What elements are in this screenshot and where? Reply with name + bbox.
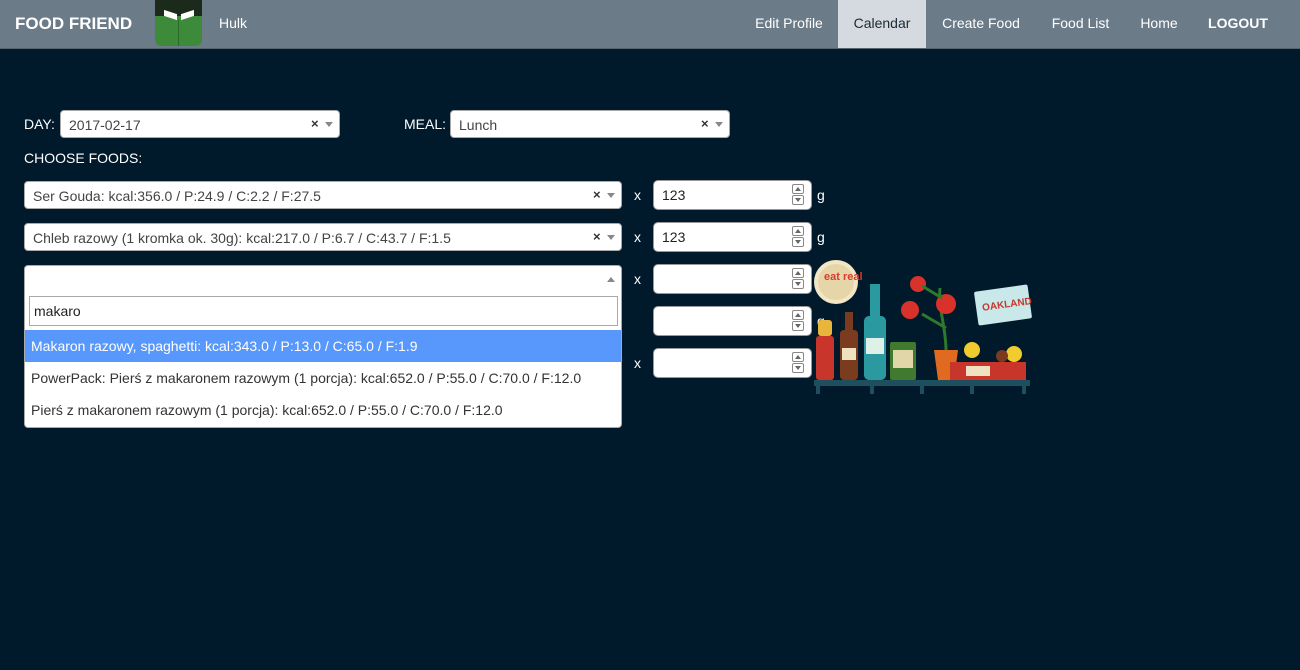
quantity-stepper[interactable] xyxy=(792,310,806,332)
brand-logo[interactable]: FOOD FRIEND xyxy=(15,14,132,34)
nav-home[interactable]: Home xyxy=(1125,0,1193,48)
clear-icon[interactable]: × xyxy=(701,116,709,131)
food-value: Ser Gouda: kcal:356.0 / P:24.9 / C:2.2 /… xyxy=(33,188,321,204)
hulk-avatar-icon xyxy=(155,0,202,46)
quantity-input[interactable]: 123 xyxy=(653,180,812,210)
day-value: 2017-02-17 xyxy=(69,117,141,133)
food-select[interactable]: Ser Gouda: kcal:356.0 / P:24.9 / C:2.2 /… xyxy=(24,181,622,209)
nav-logout[interactable]: LOGOUT xyxy=(1193,0,1283,48)
dropdown-option[interactable]: Pierś z makaronem razowym (1 porcja): kc… xyxy=(25,394,621,426)
food-search-input[interactable] xyxy=(29,296,618,326)
chevron-down-icon[interactable] xyxy=(607,193,615,198)
food-select[interactable]: Chleb razowy (1 kromka ok. 30g): kcal:21… xyxy=(24,223,622,251)
quantity-value: 123 xyxy=(662,187,686,203)
username[interactable]: Hulk xyxy=(219,15,247,31)
day-label: DAY: xyxy=(24,116,55,132)
nav-edit-profile[interactable]: Edit Profile xyxy=(741,0,837,48)
chevron-down-icon[interactable] xyxy=(715,122,723,127)
quantity-input[interactable]: 123 xyxy=(653,222,812,252)
times-label: x xyxy=(634,355,641,371)
quantity-stepper[interactable] xyxy=(792,352,806,374)
times-label: x xyxy=(634,187,641,203)
nav-create-food[interactable]: Create Food xyxy=(926,0,1036,48)
food-shelf-illustration: eat real OAKLAND xyxy=(814,260,1033,394)
quantity-stepper[interactable] xyxy=(792,184,806,206)
nav-food-list[interactable]: Food List xyxy=(1036,0,1125,48)
quantity-value: 123 xyxy=(662,229,686,245)
food-select-open[interactable] xyxy=(24,265,622,293)
meal-value: Lunch xyxy=(459,117,498,133)
quantity-stepper[interactable] xyxy=(792,268,806,290)
choose-foods-label: CHOOSE FOODS: xyxy=(24,150,143,166)
dropdown-option[interactable]: PowerPack: Pierś z makaronem razowym (1 … xyxy=(25,362,621,394)
meal-label: MEAL: xyxy=(404,116,447,132)
unit-label: g xyxy=(817,187,825,203)
unit-label: g xyxy=(817,229,825,245)
quantity-input[interactable] xyxy=(653,348,812,378)
food-value: Chleb razowy (1 kromka ok. 30g): kcal:21… xyxy=(33,230,451,246)
dropdown-option[interactable]: Makaron razowy, spaghetti: kcal:343.0 / … xyxy=(25,330,621,362)
chevron-down-icon[interactable] xyxy=(325,122,333,127)
times-label: x xyxy=(634,271,641,287)
times-label: x xyxy=(634,229,641,245)
nav-calendar[interactable]: Calendar xyxy=(838,0,926,48)
clear-icon[interactable]: × xyxy=(593,229,601,244)
chevron-up-icon[interactable] xyxy=(607,277,615,282)
chevron-down-icon[interactable] xyxy=(607,235,615,240)
navbar: FOOD FRIEND Hulk Edit Profile Calendar C… xyxy=(0,0,1300,49)
eat-real-badge: eat real xyxy=(824,271,863,283)
meal-select[interactable]: Lunch × xyxy=(450,110,730,138)
quantity-input[interactable] xyxy=(653,306,812,336)
quantity-input[interactable] xyxy=(653,264,812,294)
day-select[interactable]: 2017-02-17 × xyxy=(60,110,340,138)
clear-icon[interactable]: × xyxy=(311,116,319,131)
food-dropdown: Makaron razowy, spaghetti: kcal:343.0 / … xyxy=(24,292,622,428)
quantity-stepper[interactable] xyxy=(792,226,806,248)
clear-icon[interactable]: × xyxy=(593,187,601,202)
